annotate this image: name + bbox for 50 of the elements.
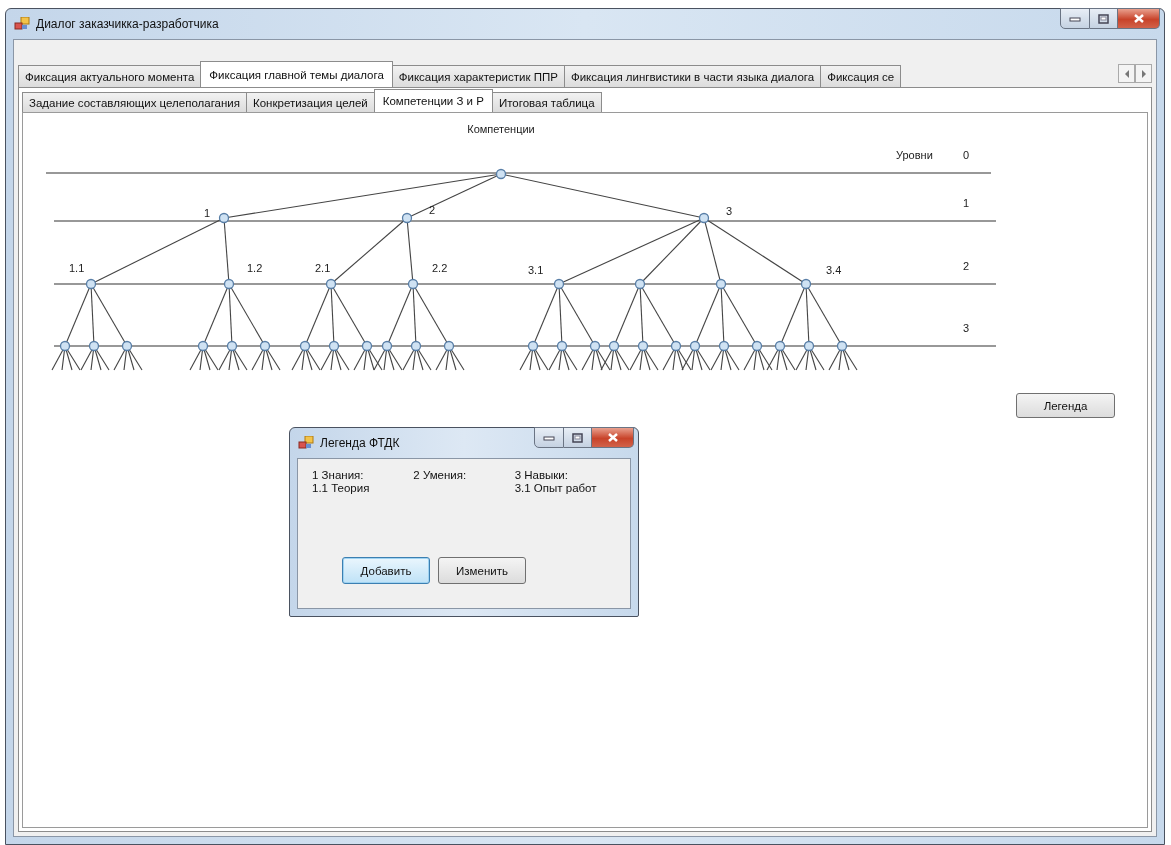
window-title: Диалог заказчикка-разработчика	[36, 17, 219, 31]
node-label: 3	[726, 205, 733, 217]
node-label: 3.1	[528, 264, 544, 276]
node-label: 3.4	[826, 264, 842, 276]
tab[interactable]: Фиксация лингвистики в части языка диалога	[563, 65, 822, 87]
level-number: 0	[963, 149, 970, 161]
tab[interactable]: Фиксация се	[820, 65, 902, 87]
scroll-left-button[interactable]	[1118, 64, 1135, 83]
level-number: 1	[963, 197, 970, 209]
legend-text: 3 Навыки:	[514, 469, 569, 482]
maximize-button[interactable]	[1090, 8, 1118, 29]
tab[interactable]: Фиксация актуального момента	[18, 65, 202, 87]
level-number: 3	[963, 322, 970, 334]
minimize-icon	[543, 434, 555, 441]
tab[interactable]: Конкретизация целей	[246, 92, 375, 112]
levels-caption: Уровни	[896, 149, 933, 161]
tab[interactable]: Задание составляющих целеполагания	[22, 92, 247, 112]
legend-text: 3.1 Опыт работ	[514, 482, 598, 495]
app-icon	[14, 17, 30, 31]
node-label: 1.1	[69, 262, 85, 274]
tab[interactable]: Фиксация главной темы диалога	[200, 61, 393, 87]
arrow-right-icon	[1139, 67, 1148, 80]
app-icon	[298, 436, 314, 450]
minimize-button[interactable]	[534, 427, 564, 448]
dialog-title: Легенда ФТДК	[320, 436, 400, 450]
level-number: 2	[963, 260, 970, 272]
legend-button[interactable]: Легенда	[1016, 393, 1115, 418]
legend-text: 1 Знания:	[312, 469, 365, 482]
minimize-button[interactable]	[1060, 8, 1090, 29]
node-label: 2.2	[432, 262, 448, 274]
tab[interactable]: Фиксация характеристик ППР	[391, 65, 565, 87]
close-button[interactable]	[592, 427, 634, 448]
node-label: 1.2	[247, 262, 263, 274]
close-icon	[1132, 13, 1145, 24]
legend-text: 2 Умения:	[413, 469, 468, 482]
node-label: 2.1	[315, 262, 331, 274]
edit-button[interactable]: Изменить	[438, 557, 526, 584]
diagram-title: Компетенции	[467, 123, 535, 135]
tab[interactable]: Итоговая таблица	[491, 92, 602, 112]
add-button[interactable]: Добавить	[342, 557, 430, 584]
minimize-icon	[1069, 15, 1081, 22]
close-icon	[606, 432, 619, 443]
node-label: 2	[429, 204, 436, 216]
maximize-icon	[1098, 13, 1109, 24]
scroll-right-button[interactable]	[1135, 64, 1152, 83]
node-label: 1	[204, 207, 211, 219]
legend-text: 1.1 Теория	[312, 482, 371, 495]
close-button[interactable]	[1118, 8, 1160, 29]
maximize-button[interactable]	[564, 427, 592, 448]
maximize-icon	[572, 432, 583, 443]
